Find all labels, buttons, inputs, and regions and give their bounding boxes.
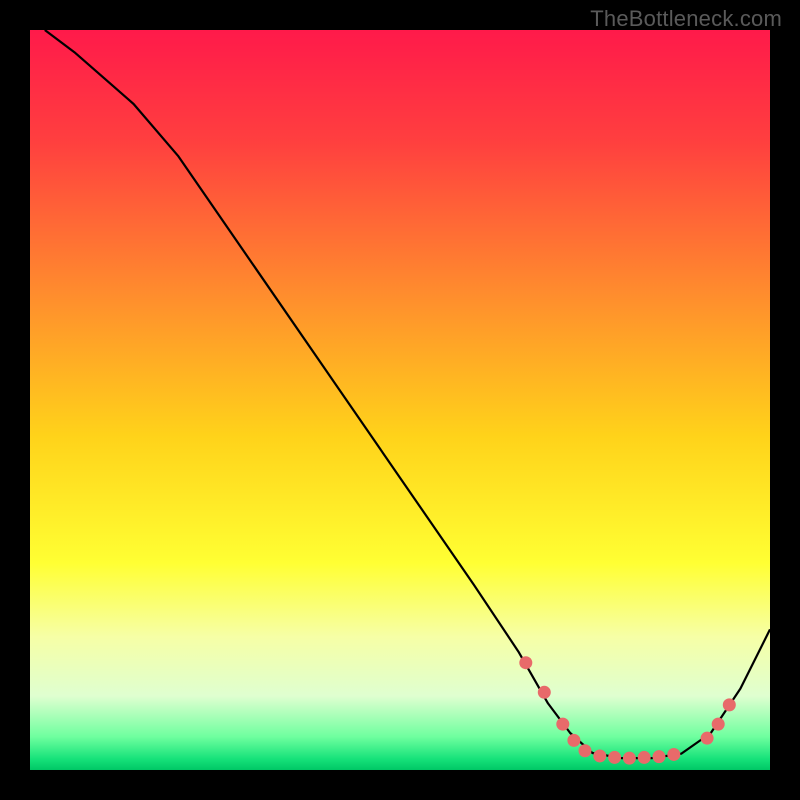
chart-svg (0, 0, 800, 800)
data-marker (723, 698, 736, 711)
data-marker (538, 686, 551, 699)
data-marker (519, 656, 532, 669)
data-marker (653, 750, 666, 763)
data-marker (608, 751, 621, 764)
data-marker (556, 718, 569, 731)
data-marker (579, 744, 592, 757)
watermark-text: TheBottleneck.com (590, 6, 782, 32)
data-marker (638, 751, 651, 764)
data-marker (701, 732, 714, 745)
data-marker (712, 718, 725, 731)
data-marker (567, 734, 580, 747)
data-marker (593, 749, 606, 762)
chart-container: TheBottleneck.com (0, 0, 800, 800)
data-marker (667, 748, 680, 761)
plot-background (30, 30, 770, 770)
data-marker (623, 752, 636, 765)
